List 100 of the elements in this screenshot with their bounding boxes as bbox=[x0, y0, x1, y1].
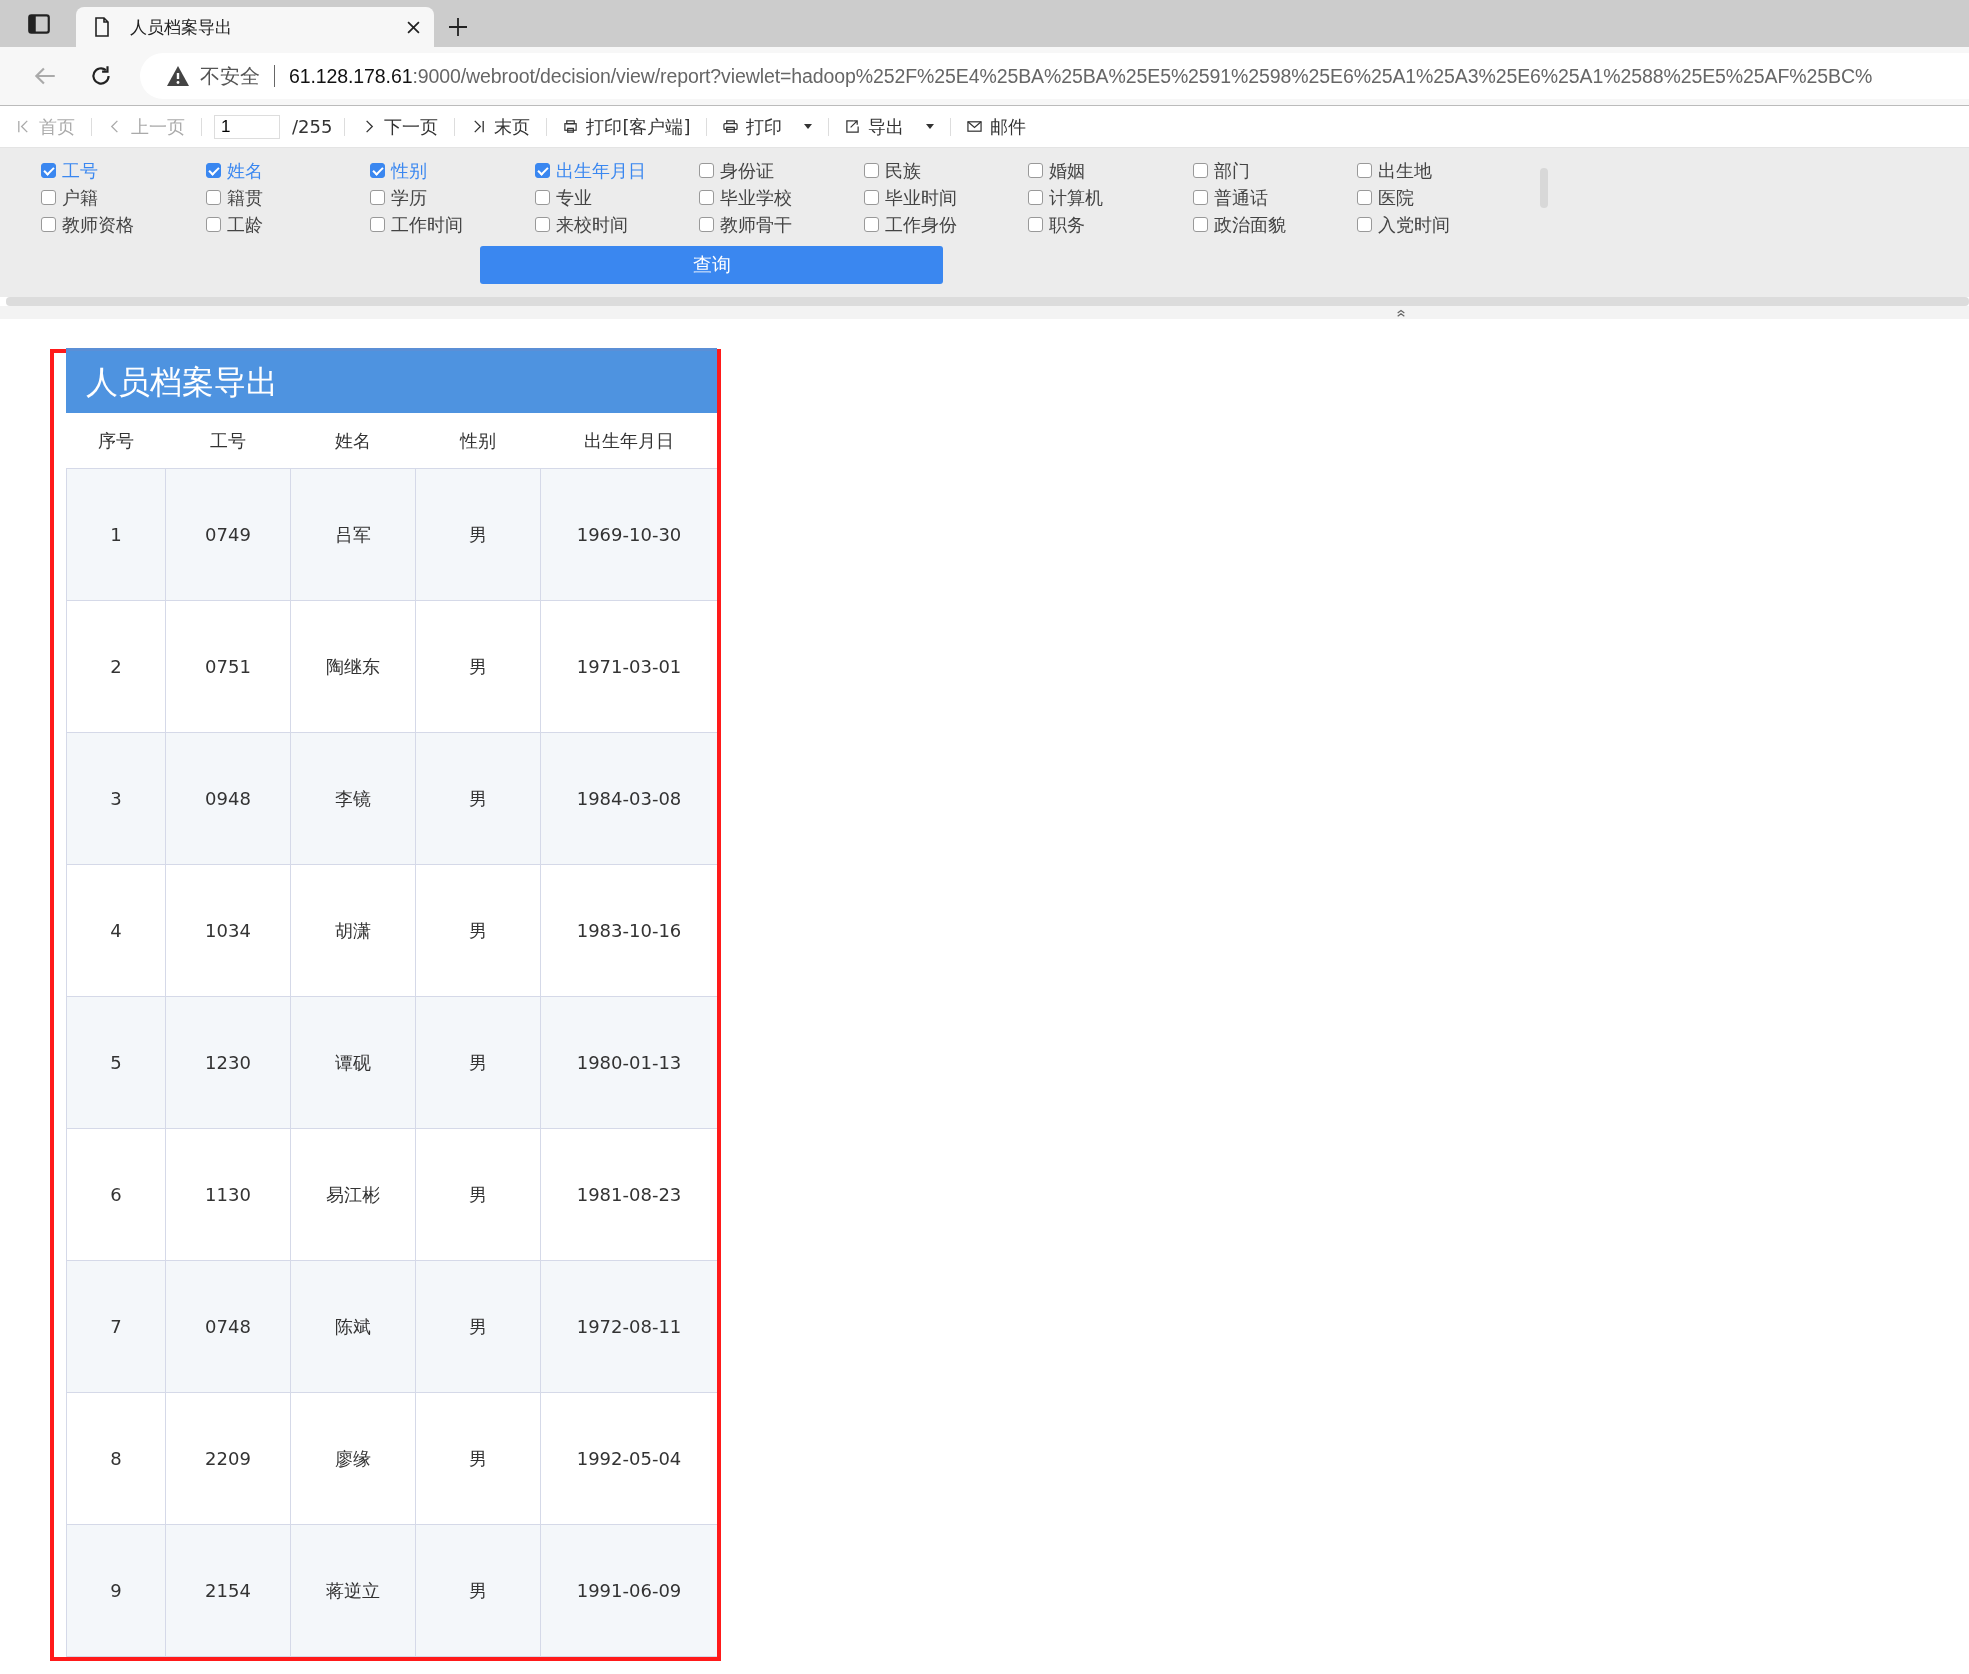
toolbar-button[interactable]: 邮件 bbox=[963, 114, 1031, 139]
column-option[interactable]: 身份证 bbox=[699, 160, 864, 181]
column-option[interactable]: 专业 bbox=[534, 187, 699, 208]
checkbox[interactable] bbox=[205, 190, 221, 205]
checkbox[interactable] bbox=[1028, 217, 1043, 232]
checkbox[interactable] bbox=[534, 217, 550, 232]
column-option[interactable]: 户籍 bbox=[41, 187, 206, 208]
checkbox[interactable] bbox=[1192, 163, 1208, 178]
page-number-field[interactable]: 1 bbox=[214, 114, 280, 139]
checkbox[interactable] bbox=[370, 190, 385, 205]
column-option[interactable]: 学历 bbox=[370, 187, 535, 208]
checkbox[interactable] bbox=[699, 190, 714, 205]
checkbox[interactable] bbox=[370, 217, 385, 232]
menu-button[interactable]: 打印 bbox=[719, 114, 817, 139]
table-cell: 0748 bbox=[165, 1260, 291, 1393]
checkbox[interactable] bbox=[1192, 217, 1208, 232]
checkbox[interactable] bbox=[863, 190, 879, 205]
table-cell: 0749 bbox=[165, 468, 291, 601]
column-option[interactable]: 政治面貌 bbox=[1192, 214, 1357, 235]
checkbox[interactable] bbox=[1192, 190, 1208, 205]
option-label: 工作身份 bbox=[884, 212, 957, 237]
column-option[interactable]: 出生地 bbox=[1357, 160, 1522, 181]
table-cell: 2 bbox=[66, 600, 166, 733]
scrollbar[interactable] bbox=[6, 297, 1969, 306]
option-label: 籍贯 bbox=[226, 185, 263, 210]
column-option[interactable]: 工作时间 bbox=[370, 214, 535, 235]
checkbox[interactable] bbox=[699, 163, 714, 178]
table-cell: 男 bbox=[415, 864, 541, 997]
checkbox[interactable] bbox=[1028, 190, 1043, 205]
column-option[interactable]: 医院 bbox=[1357, 187, 1522, 208]
table-cell: 男 bbox=[415, 600, 541, 733]
new-tab-icon[interactable] bbox=[448, 17, 468, 37]
checkbox[interactable] bbox=[863, 163, 879, 178]
column-option[interactable]: 工作身份 bbox=[863, 214, 1028, 235]
table-cell: 1992-05-04 bbox=[540, 1392, 717, 1525]
checkbox[interactable] bbox=[370, 163, 385, 178]
table-cell: 蒋逆立 bbox=[290, 1524, 416, 1657]
collapse-icon[interactable] bbox=[1396, 308, 1406, 318]
checkbox[interactable] bbox=[1028, 163, 1043, 178]
column-option[interactable]: 教师骨干 bbox=[699, 214, 864, 235]
column-option[interactable]: 籍贯 bbox=[205, 187, 370, 208]
table-cell: 1 bbox=[66, 468, 166, 601]
table-cell: 1980-01-13 bbox=[540, 996, 717, 1129]
column-option[interactable]: 部门 bbox=[1192, 160, 1357, 181]
caret-icon bbox=[926, 123, 935, 130]
checkbox[interactable] bbox=[41, 217, 56, 232]
column-option[interactable]: 工龄 bbox=[205, 214, 370, 235]
checkbox[interactable] bbox=[1357, 163, 1372, 178]
checkbox[interactable] bbox=[863, 217, 879, 232]
column-option[interactable]: 教师资格 bbox=[41, 214, 206, 235]
table-cell: 2154 bbox=[165, 1524, 291, 1657]
browser-tab[interactable]: 人员档案导出 bbox=[76, 7, 434, 47]
option-label: 来校时间 bbox=[555, 212, 628, 237]
column-option[interactable]: 民族 bbox=[863, 160, 1028, 181]
column-option[interactable]: 入党时间 bbox=[1357, 214, 1522, 235]
table-cell: 1230 bbox=[165, 996, 291, 1129]
toolbar-button[interactable]: 末页 bbox=[467, 114, 535, 139]
option-label: 户籍 bbox=[62, 185, 98, 210]
checkbox[interactable] bbox=[699, 217, 714, 232]
option-label: 毕业时间 bbox=[884, 185, 957, 210]
table-cell: 0948 bbox=[165, 732, 291, 865]
column-header: 出生年月日 bbox=[540, 413, 717, 469]
table-cell: 5 bbox=[66, 996, 166, 1129]
checkbox[interactable] bbox=[205, 217, 221, 232]
checkbox[interactable] bbox=[534, 190, 550, 205]
table-cell: 9 bbox=[66, 1524, 166, 1657]
checkbox[interactable] bbox=[205, 163, 221, 178]
checkbox[interactable] bbox=[534, 163, 550, 178]
column-option[interactable]: 职务 bbox=[1028, 214, 1193, 235]
column-option[interactable]: 毕业学校 bbox=[699, 187, 864, 208]
column-header: 序号 bbox=[66, 413, 166, 469]
column-option[interactable]: 来校时间 bbox=[534, 214, 699, 235]
table-cell: 7 bbox=[66, 1260, 166, 1393]
address-bar[interactable]: 不安全 61.128.178.61:9000/webroot/decision/view/report?viewlet=hadoop%252F%25E4%25BA%25BA%25E5%2591%2598%25E6%25A1%25A3%25E6%25A1%2588%25E5%25AF%25BC% bbox=[140, 53, 1969, 99]
column-header: 姓名 bbox=[290, 413, 416, 469]
column-option[interactable]: 婚姻 bbox=[1028, 160, 1193, 181]
menu-button[interactable]: 导出 bbox=[841, 114, 939, 139]
last-page-icon bbox=[471, 119, 487, 134]
table-cell: 男 bbox=[415, 732, 541, 865]
option-label: 出生年月日 bbox=[555, 158, 646, 183]
column-option[interactable]: 计算机 bbox=[1028, 187, 1193, 208]
checkbox[interactable] bbox=[41, 190, 56, 205]
toolbar-button[interactable]: 下一页 bbox=[357, 114, 443, 139]
checkbox[interactable] bbox=[1357, 217, 1372, 232]
query-button[interactable]: 查询 bbox=[480, 246, 943, 284]
option-label: 普通话 bbox=[1213, 185, 1268, 210]
option-label: 政治面貌 bbox=[1213, 212, 1286, 237]
sidebar-icon[interactable] bbox=[26, 11, 52, 37]
checkbox[interactable] bbox=[1357, 190, 1372, 205]
table-cell: 男 bbox=[415, 1524, 541, 1657]
checkbox[interactable] bbox=[41, 163, 56, 178]
table-cell: 8 bbox=[66, 1392, 166, 1525]
table-cell: 1983-10-16 bbox=[540, 864, 717, 997]
table-cell: 男 bbox=[415, 1392, 541, 1525]
column-option[interactable]: 普通话 bbox=[1192, 187, 1357, 208]
table-cell: 6 bbox=[66, 1128, 166, 1261]
toolbar-button[interactable]: 打印[客户端] bbox=[559, 114, 695, 139]
close-icon[interactable] bbox=[407, 20, 420, 34]
column-option[interactable]: 毕业时间 bbox=[863, 187, 1028, 208]
table-cell: 4 bbox=[66, 864, 166, 997]
